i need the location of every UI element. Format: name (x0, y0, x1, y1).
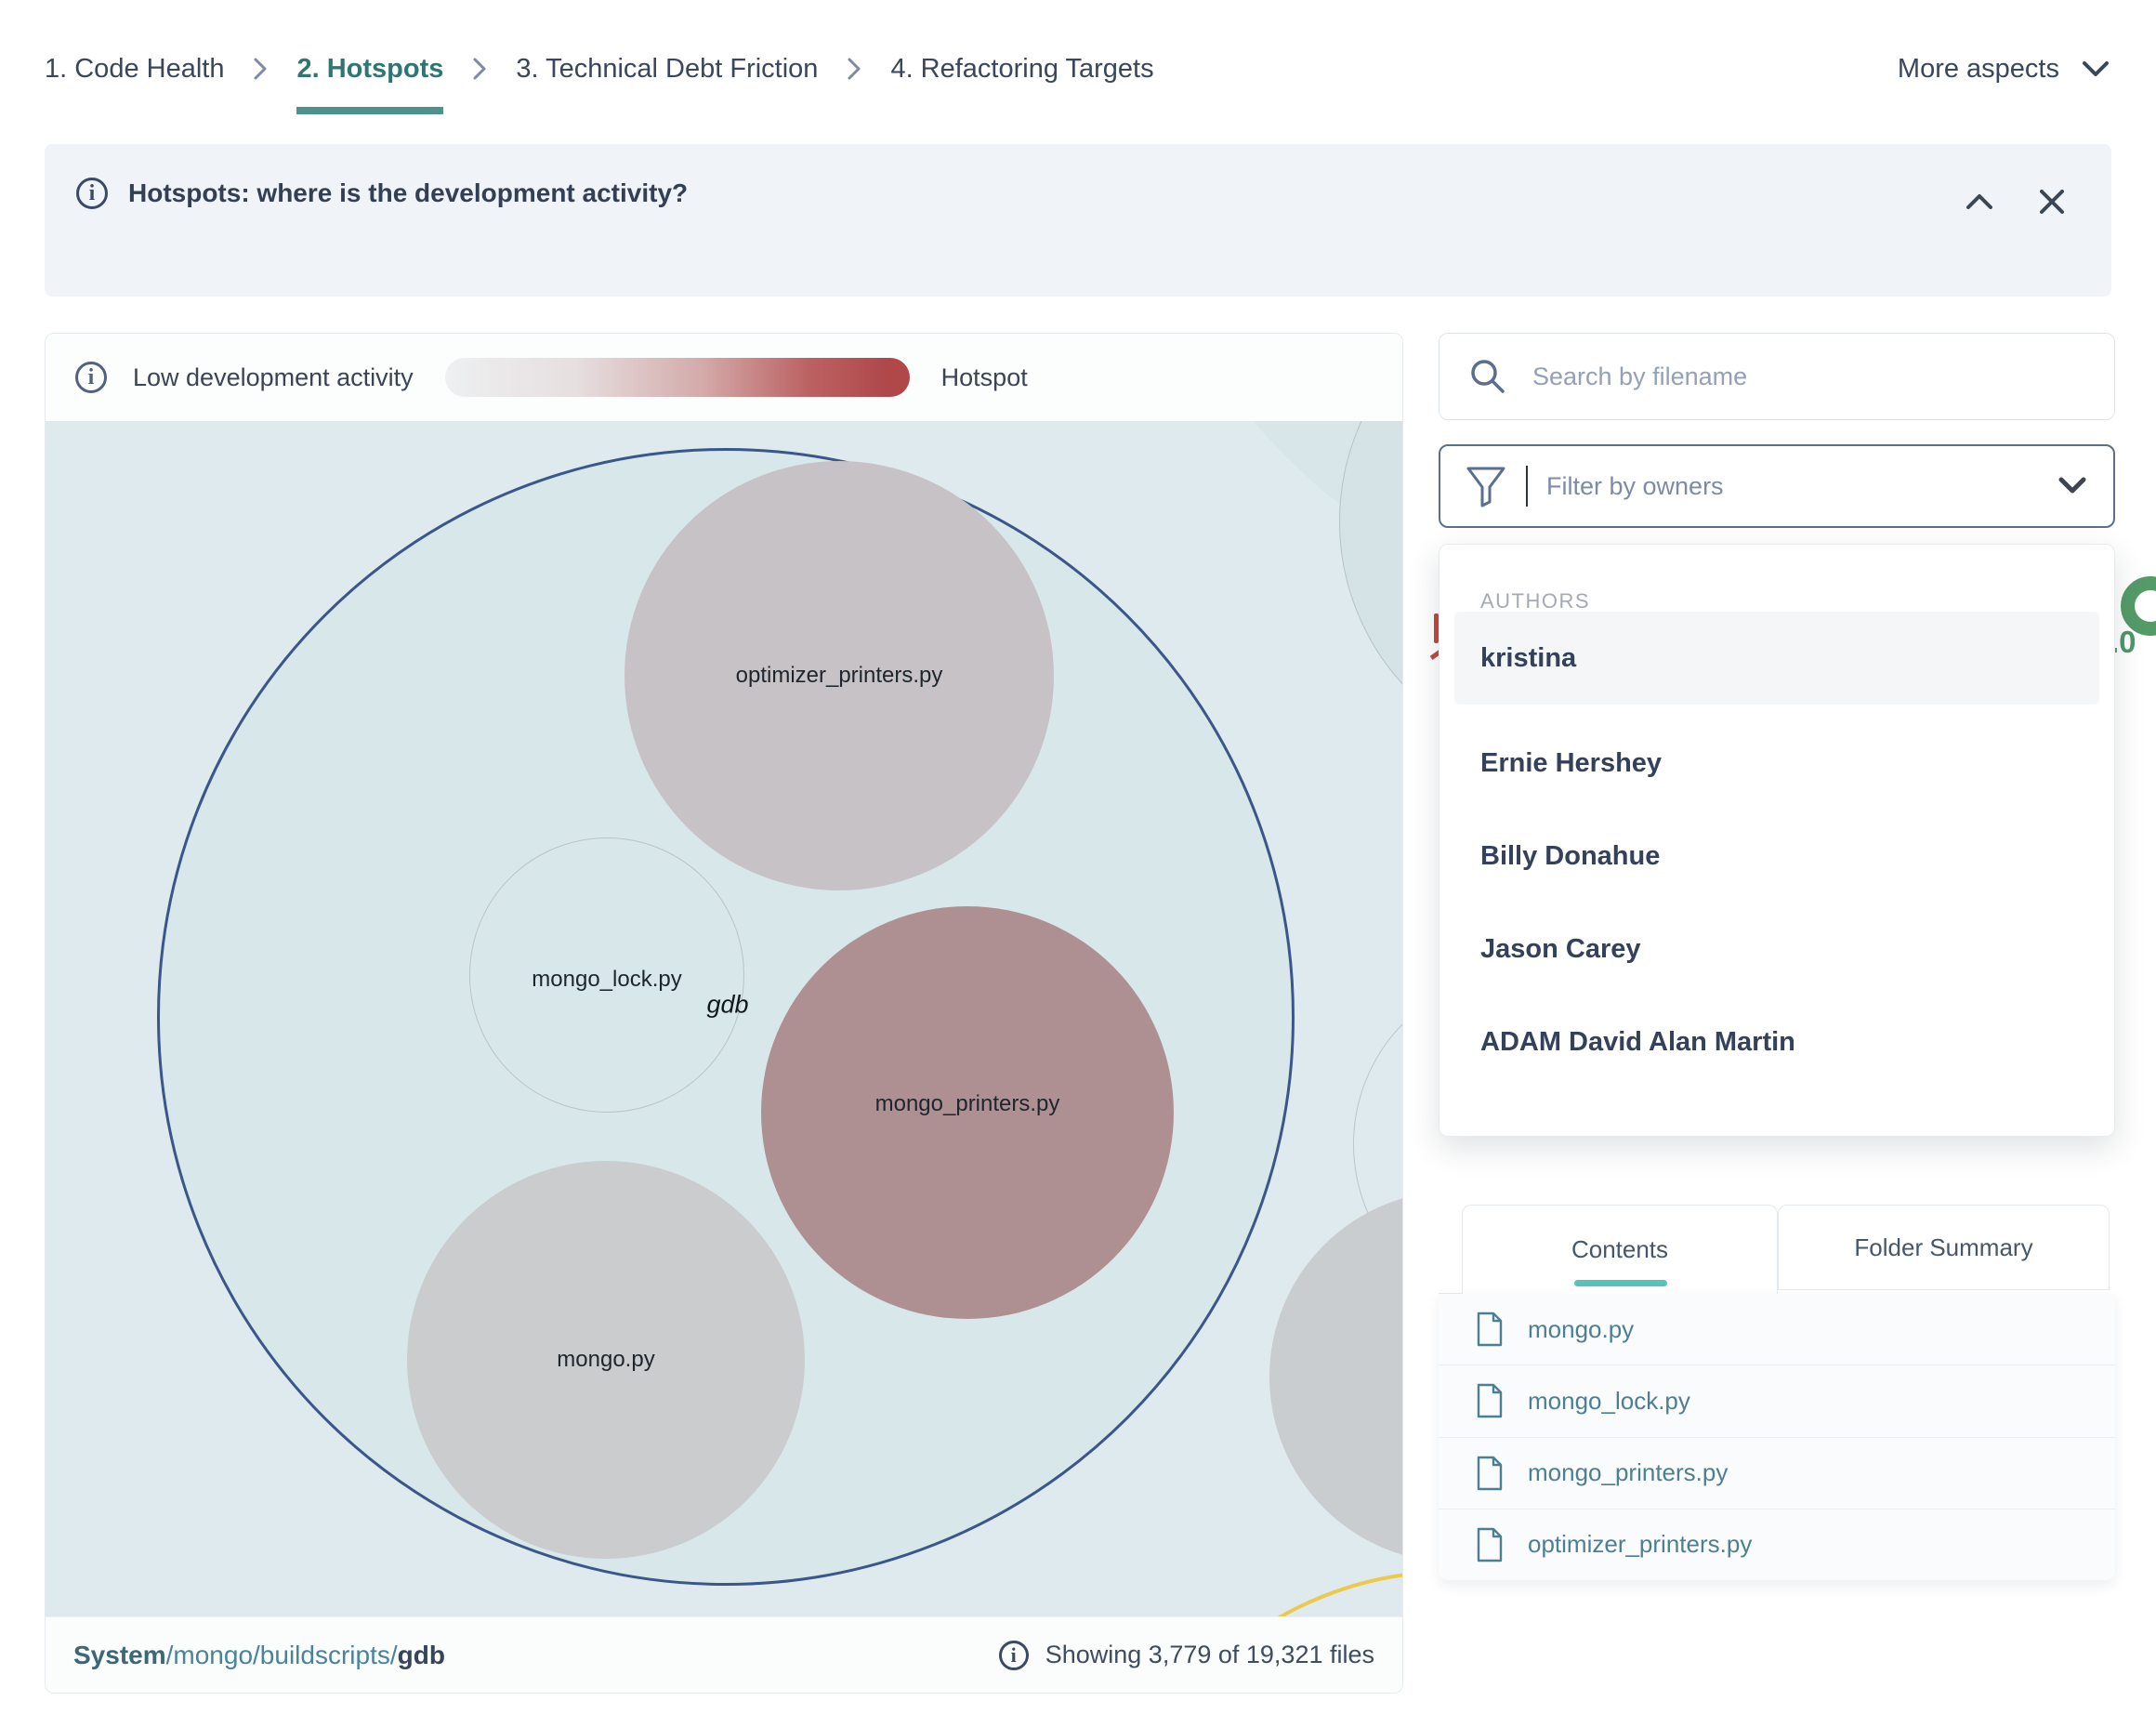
circle-label-optimizer-printers: optimizer_printers.py (736, 663, 943, 689)
info-icon: i (999, 1641, 1029, 1670)
activity-gradient-bar (445, 358, 910, 397)
file-icon (1476, 1383, 1504, 1418)
filename-search (1439, 333, 2115, 420)
codescene-hotspots-screen: 1. Code Health 2. Hotspots 3. Technical … (0, 0, 2156, 1727)
more-aspects-label: More aspects (1898, 54, 2059, 85)
owner-filter (1439, 444, 2115, 528)
info-icon: i (76, 178, 108, 209)
search-input[interactable] (1532, 363, 2086, 391)
search-icon (1467, 356, 1508, 397)
owners-dropdown: AUTHORS kristina Ernie Hershey Billy Don… (1439, 544, 2115, 1137)
legend-low-label: Low development activity (133, 363, 414, 392)
folder-label-gdb: gdb (706, 991, 748, 1020)
owner-filter-input[interactable] (1546, 472, 2037, 501)
file-row-mongo-printers[interactable]: mongo_printers.py (1439, 1437, 2115, 1509)
file-name: mongo.py (1528, 1315, 1634, 1344)
neighbor-folder-circle-yellow[interactable] (1105, 1570, 1402, 1616)
chevron-right-icon (846, 54, 862, 84)
collapse-banner-icon[interactable] (1961, 183, 1998, 220)
analysis-step-nav: 1. Code Health 2. Hotspots 3. Technical … (45, 41, 2111, 97)
files-shown-status: i Showing 3,779 of 19,321 files (999, 1641, 1374, 1670)
neighbor-file-circle[interactable] (1339, 421, 1402, 763)
file-icon (1476, 1312, 1504, 1347)
text-caret (1526, 466, 1528, 507)
hotspot-map-panel: i Low development activity Hotspot optim… (45, 333, 1403, 1694)
file-row-optimizer-printers[interactable]: optimizer_printers.py (1439, 1509, 2115, 1580)
breadcrumb-path: System/mongo/buildscripts/gdb (73, 1641, 445, 1670)
author-option-kristina[interactable]: kristina (1454, 612, 2099, 705)
chevron-right-icon (252, 54, 269, 84)
author-option-ernie-hershey[interactable]: Ernie Hershey (1454, 717, 2099, 810)
info-icon: i (75, 362, 107, 393)
folder-contents-list: mongo.py mongo_lock.py mongo_printers.py… (1439, 1294, 2115, 1580)
close-banner-icon[interactable] (2033, 183, 2071, 220)
hotspots-info-banner: i Hotspots: where is the development act… (45, 144, 2111, 297)
file-name: optimizer_printers.py (1528, 1530, 1752, 1559)
path-system[interactable]: System (73, 1641, 166, 1669)
author-option-billy-donahue[interactable]: Billy Donahue (1454, 810, 2099, 903)
chevron-down-icon[interactable] (2056, 475, 2089, 497)
legend-hotspot-label: Hotspot (941, 363, 1028, 392)
file-icon (1476, 1527, 1504, 1562)
map-footer: System/mongo/buildscripts/gdb i Showing … (46, 1616, 1402, 1693)
chevron-down-icon (2080, 59, 2111, 79)
path-folders[interactable]: /mongo/buildscripts/ (166, 1641, 398, 1669)
nav-step-hotspots[interactable]: 2. Hotspots (296, 54, 443, 85)
tab-folder-summary[interactable]: Folder Summary (1778, 1205, 2110, 1290)
nav-step-refactoring-targets[interactable]: 4. Refactoring Targets (890, 54, 1153, 85)
author-option-adam-david-alan-martin[interactable]: ADAM David Alan Martin (1454, 995, 2099, 1088)
chevron-right-icon (471, 54, 488, 84)
tab-contents[interactable]: Contents (1462, 1205, 1778, 1294)
circle-packing-map[interactable]: optimizer_printers.py mongo_lock.py gdb … (46, 421, 1402, 1616)
circle-label-mongo: mongo.py (557, 1347, 654, 1373)
files-shown-text: Showing 3,779 of 19,321 files (1045, 1641, 1374, 1669)
author-option-jason-carey[interactable]: Jason Carey (1454, 903, 2099, 995)
more-aspects-menu[interactable]: More aspects (1898, 41, 2111, 97)
circle-label-mongo-printers: mongo_printers.py (875, 1091, 1060, 1117)
hotspot-legend: i Low development activity Hotspot (46, 334, 1402, 421)
authors-group-header: AUTHORS (1480, 589, 1590, 613)
file-row-mongo-lock[interactable]: mongo_lock.py (1439, 1364, 2115, 1436)
file-name: mongo_lock.py (1528, 1387, 1690, 1416)
banner-title: Hotspots: where is the development activ… (128, 178, 688, 208)
file-name: mongo_printers.py (1528, 1458, 1728, 1487)
nav-step-technical-debt-friction[interactable]: 3. Technical Debt Friction (516, 54, 818, 85)
nav-step-code-health[interactable]: 1. Code Health (45, 54, 224, 85)
path-current-folder: gdb (398, 1641, 445, 1669)
file-icon (1476, 1456, 1504, 1491)
filter-funnel-icon (1465, 463, 1507, 509)
file-row-mongo[interactable]: mongo.py (1439, 1294, 2115, 1364)
neighbor-file-circle[interactable] (1269, 1191, 1402, 1562)
circle-label-mongo-lock: mongo_lock.py (532, 967, 681, 993)
